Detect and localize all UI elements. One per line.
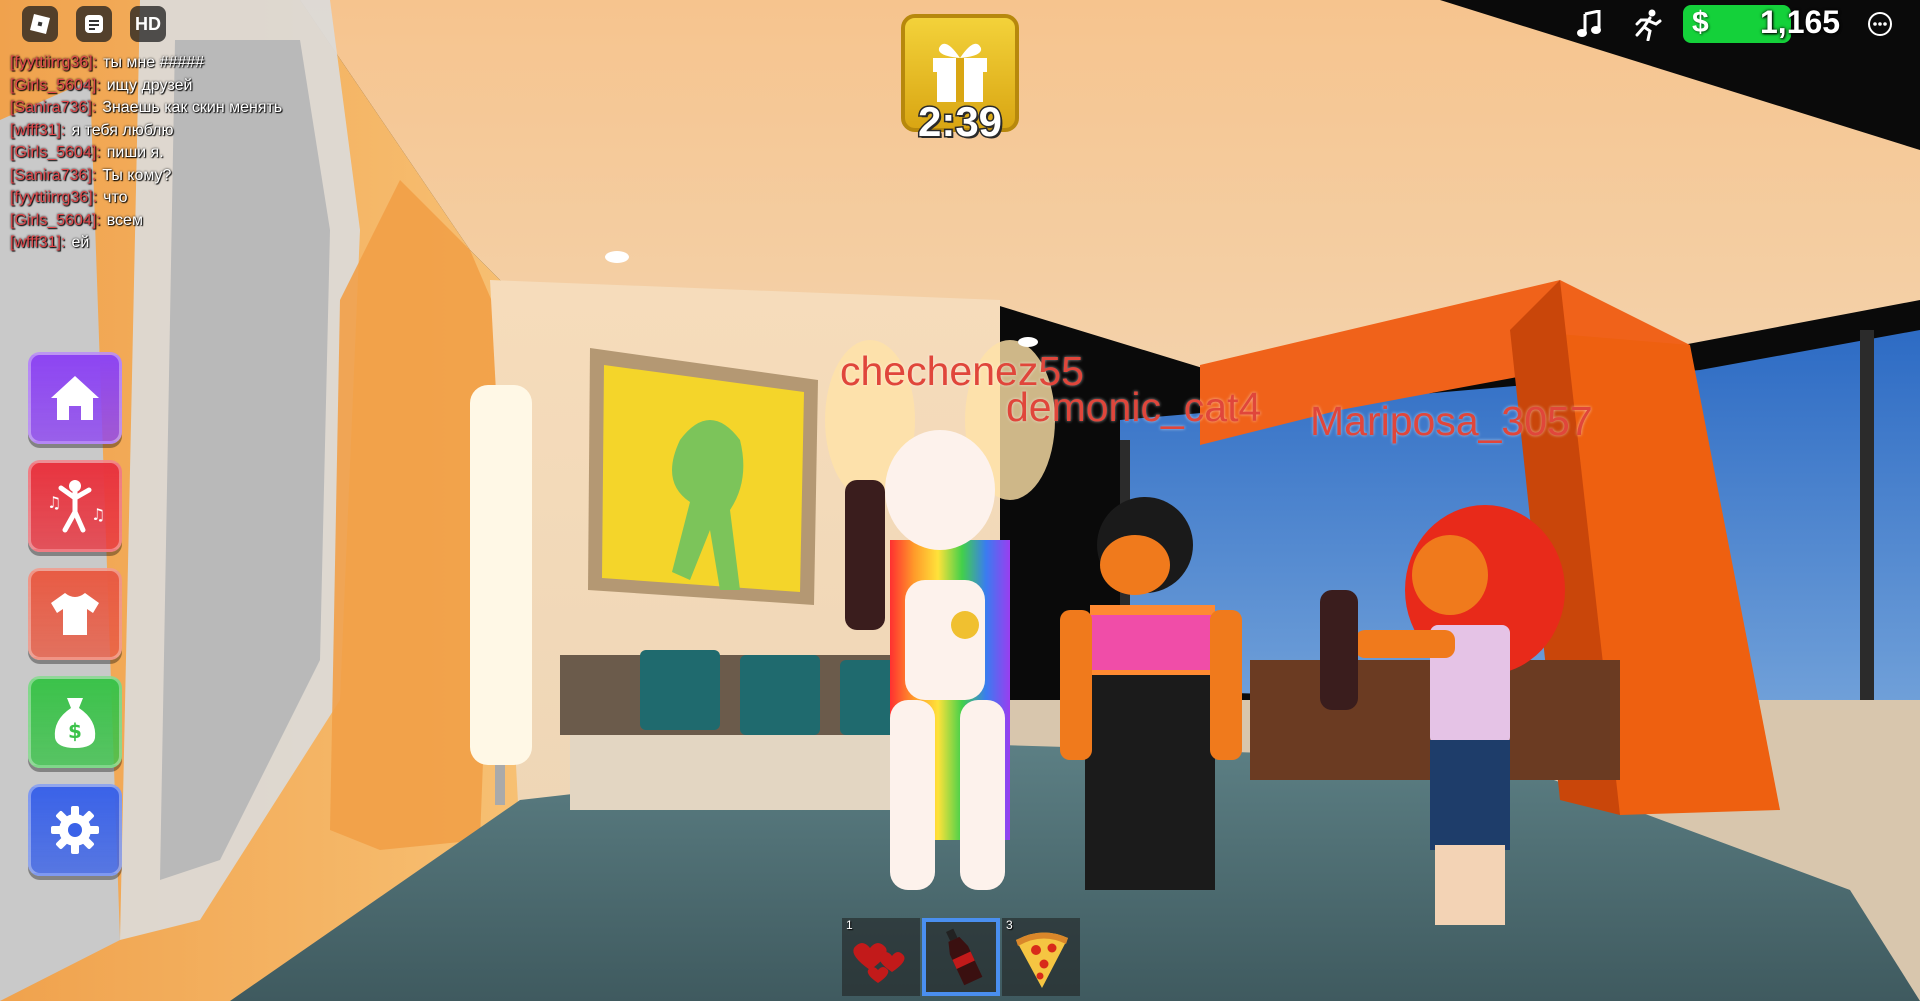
hearts-icon (853, 943, 905, 983)
chat-username[interactable]: [Sanira736]: (10, 167, 96, 184)
gift-icon (933, 43, 987, 102)
home-icon (51, 376, 99, 420)
player-nametag-2: demonic_cat4 (1006, 384, 1262, 430)
gift-timer: 2:39 (916, 97, 1003, 147)
roblox-menu-button[interactable] (22, 6, 58, 42)
hotbar-slot-2[interactable] (922, 918, 1000, 996)
svg-text:$: $ (68, 719, 82, 743)
hotbar-slot-1[interactable]: 1 (842, 918, 920, 996)
pizza-slice-icon (1016, 932, 1068, 988)
shirt-icon (51, 593, 99, 635)
chat-text: Ты кому? (102, 166, 172, 184)
chat-message: [Girls_5604]: ищу друзей (10, 75, 430, 98)
chat-message: [fyyttiirrg36]: что (10, 187, 430, 210)
home-button[interactable] (28, 352, 122, 444)
sprint-button[interactable] (1630, 8, 1664, 42)
chat-username[interactable]: [fyyttiirrg36]: (10, 54, 97, 71)
chat-username[interactable]: [wfff31]: (10, 122, 65, 139)
shop-button[interactable]: $ (28, 676, 122, 768)
money-sign: $ (1692, 6, 1709, 39)
more-options-button[interactable] (1866, 10, 1894, 38)
chat-message: [wfff31]: ей (10, 232, 430, 255)
settings-button[interactable] (28, 784, 122, 876)
chat-text: что (103, 189, 128, 206)
chat-text: я тебя люблю (71, 121, 174, 139)
chat-message: [fyyttiirrg36]: ты мне ##### (10, 52, 430, 75)
svg-text:♫: ♫ (47, 493, 61, 512)
avatar-shop-button[interactable] (28, 568, 122, 660)
chat-username[interactable]: [wfff31]: (10, 234, 65, 251)
cola-bottle-icon (946, 928, 983, 986)
chat-username[interactable]: [fyyttiirrg36]: (10, 189, 97, 206)
chat-icon (85, 15, 103, 33)
svg-text:♫: ♫ (91, 505, 105, 524)
chat-text: всем (106, 211, 143, 229)
chat-text: ей (71, 234, 90, 251)
chat-message: [Sanira736]: Ты кому? (10, 165, 430, 188)
player-nametag-3: Mariposa_3057 (1310, 398, 1593, 444)
money-bag-icon: $ (54, 698, 96, 748)
more-options-icon (1868, 12, 1892, 36)
emotes-button[interactable]: ♫ ♫ (28, 460, 122, 552)
roblox-logo-icon (30, 14, 50, 34)
gear-icon (51, 806, 99, 854)
chat-log: [fyyttiirrg36]: ты мне ##### [Girls_5604]:… (10, 52, 430, 255)
chat-message: [Girls_5604]: всем (10, 210, 430, 233)
chat-username[interactable]: [Girls_5604]: (10, 144, 101, 161)
hd-label: HD (135, 13, 161, 34)
chat-username[interactable]: [Girls_5604]: (10, 77, 101, 94)
chat-text: пиши я. (106, 144, 164, 161)
music-button[interactable] (1576, 8, 1604, 40)
chat-username[interactable]: [Girls_5604]: (10, 212, 101, 229)
chat-message: [wfff31]: я тебя люблю (10, 120, 430, 143)
chat-text: Знаешь как скин менять (102, 99, 283, 116)
music-note-icon (1577, 10, 1601, 37)
dance-icon: ♫ ♫ (47, 480, 105, 533)
chat-username[interactable]: [Sanira736]: (10, 99, 96, 116)
chat-toggle-button[interactable] (76, 6, 112, 42)
chat-text: ты мне ##### (103, 54, 205, 71)
running-figure-icon (1635, 9, 1662, 41)
hd-button[interactable]: HD (130, 6, 166, 42)
hotbar-slot-3[interactable]: 3 (1002, 918, 1080, 996)
chat-message: [Sanira736]: Знаешь как скин менять (10, 97, 430, 120)
chat-message: [Girls_5604]: пиши я. (10, 142, 430, 165)
chat-text: ищу друзей (106, 76, 193, 94)
